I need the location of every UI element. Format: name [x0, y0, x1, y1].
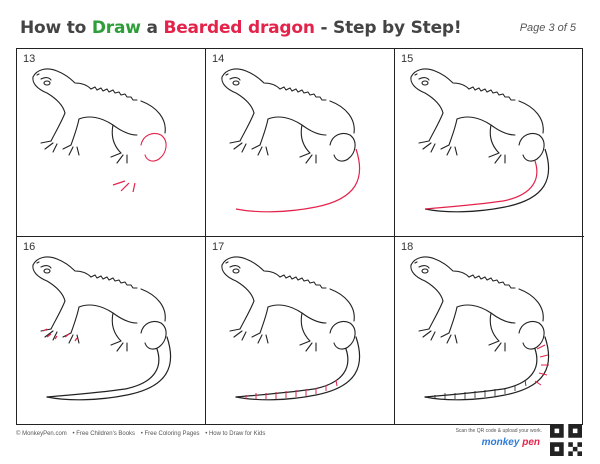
- footer-link-books[interactable]: • Free Children's Books: [72, 431, 135, 437]
- step-panel-15: 15: [395, 49, 584, 237]
- footer-link-coloring[interactable]: • Free Coloring Pages: [141, 431, 200, 437]
- steps-grid: 13 14 15 16 17 18: [16, 48, 584, 425]
- qr-code-icon[interactable]: [550, 424, 582, 456]
- footer-links: © MonkeyPen.com • Free Children's Books …: [16, 431, 269, 437]
- bearded-dragon-drawing: [221, 256, 361, 401]
- step-panel-14: 14: [206, 49, 395, 237]
- bearded-dragon-drawing: [410, 68, 550, 213]
- brand-logo: monkey pen: [481, 437, 540, 448]
- footer-link-draw[interactable]: • How to Draw for Kids: [205, 431, 265, 437]
- step-panel-16: 16: [17, 237, 206, 425]
- step-panel-13: 13: [17, 49, 206, 237]
- bearded-dragon-drawing: [32, 68, 167, 193]
- bearded-dragon-drawing: [32, 256, 172, 401]
- scan-text: Scan the QR code & upload your work.: [455, 428, 542, 434]
- title-subject: Bearded dragon: [163, 18, 315, 38]
- title-draw: Draw: [91, 18, 141, 38]
- bearded-dragon-drawing: [410, 256, 550, 401]
- step-panel-17: 17: [206, 237, 395, 425]
- footer-copyright[interactable]: © MonkeyPen.com: [16, 431, 67, 437]
- page-number: Page 3 of 5: [519, 22, 576, 34]
- page-title: How to Draw a Bearded dragon - Step by S…: [20, 18, 462, 38]
- bearded-dragon-drawing: [221, 68, 361, 213]
- step-panel-18: 18: [395, 237, 584, 425]
